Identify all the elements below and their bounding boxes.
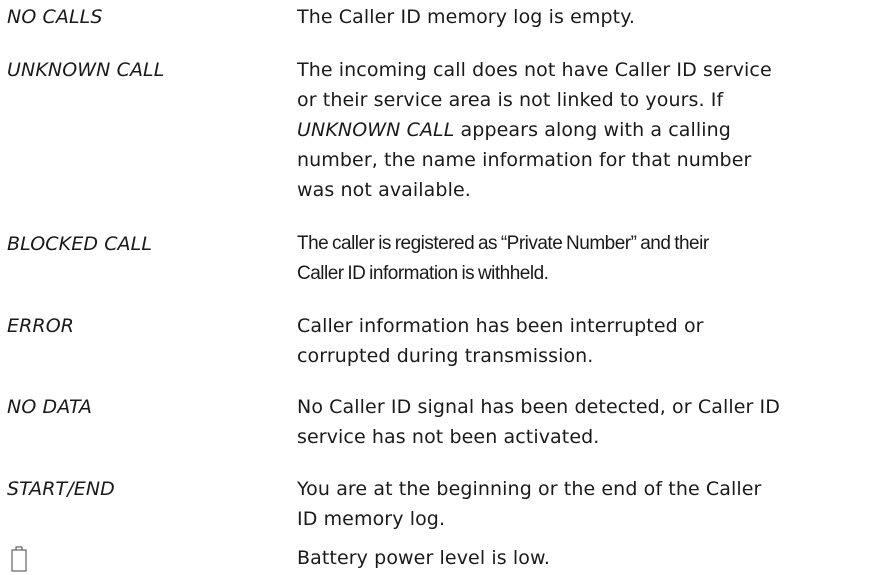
description-line-rest: appears along with a calling [454, 119, 731, 141]
description-line: Caller information has been interrupted … [297, 315, 704, 337]
description-no-data: No Caller ID signal has been detected, o… [297, 392, 862, 452]
term-blocked-call: BLOCKED CALL [7, 233, 153, 255]
description-line: was not available. [297, 179, 471, 201]
description-line: You are at the beginning or the end of t… [297, 478, 762, 500]
term-start-end: START/END [7, 478, 115, 500]
description-line: service has not been activated. [297, 426, 600, 448]
description-no-calls: The Caller ID memory log is empty. [297, 6, 635, 28]
description-line: number, the name information for that nu… [297, 149, 752, 171]
term-error: ERROR [7, 315, 75, 337]
term-unknown-call: UNKNOWN CALL [7, 59, 165, 81]
description-line: or their service area is not linked to y… [297, 89, 724, 111]
caller-id-messages-table: NO CALLS The Caller ID memory log is emp… [0, 0, 876, 575]
description-line: corrupted during transmission. [297, 345, 594, 367]
description-error: Caller information has been interrupted … [297, 311, 862, 371]
description-start-end: You are at the beginning or the end of t… [297, 474, 862, 534]
description-line: Caller ID information is withheld. [297, 263, 549, 284]
description-line: The caller is registered as “Private Num… [297, 233, 709, 254]
description-line: No Caller ID signal has been detected, o… [297, 396, 780, 418]
description-line: ID memory log. [297, 508, 446, 530]
term-no-data: NO DATA [7, 396, 93, 418]
description-unknown-call: The incoming call does not have Caller I… [297, 55, 862, 205]
description-blocked-call: The caller is registered as “Private Num… [297, 229, 862, 289]
description-battery-low: Battery power level is low. [297, 547, 551, 569]
term-no-calls: NO CALLS [7, 6, 103, 28]
description-emphasis: UNKNOWN CALL [297, 119, 455, 141]
battery-low-icon [11, 546, 27, 572]
description-line: The incoming call does not have Caller I… [297, 59, 772, 81]
description-line: UNKNOWN CALL appears along with a callin… [297, 115, 862, 145]
